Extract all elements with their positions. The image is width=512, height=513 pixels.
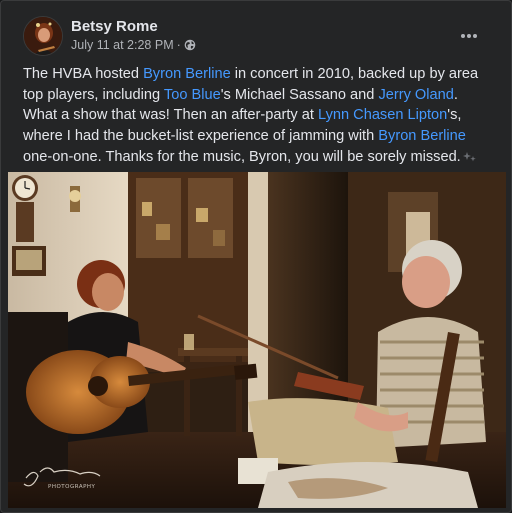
post-timestamp[interactable]: July 11 at 2:28 PM xyxy=(71,38,174,52)
meta-separator: · xyxy=(176,38,181,52)
mention-link[interactable]: Byron Berline xyxy=(378,128,466,144)
avatar[interactable] xyxy=(23,16,63,56)
post-text-segment: The HVBA hosted xyxy=(23,66,144,82)
more-options-button[interactable] xyxy=(455,22,483,50)
more-options-icon xyxy=(461,34,477,38)
mention-link[interactable]: Jerry Oland xyxy=(378,87,453,103)
post-text-segment: one-on-one. Thanks for the music, Byron,… xyxy=(23,148,461,165)
photo-musicians-jamming xyxy=(8,172,506,508)
globe-icon[interactable] xyxy=(184,39,196,51)
post-card: Betsy Rome July 11 at 2:28 PM · The HVBA… xyxy=(0,0,512,513)
avatar-photo xyxy=(24,17,62,55)
mention-link[interactable]: Byron Berline xyxy=(143,66,231,82)
sparkle-emoji-icon xyxy=(462,151,476,162)
post-text: The HVBA hosted Byron Berline in concert… xyxy=(23,64,493,168)
author-name[interactable]: Betsy Rome xyxy=(71,18,158,35)
post-header: Betsy Rome July 11 at 2:28 PM · xyxy=(23,16,497,56)
post-text-segment: 's Michael Sassano and xyxy=(220,86,379,103)
post-meta: July 11 at 2:28 PM · xyxy=(71,38,196,52)
mention-link[interactable]: Lynn Chasen Lipton xyxy=(318,107,447,123)
mention-link[interactable]: Too Blue xyxy=(164,87,221,103)
photo-watermark-text: PHOTOGRAPHY xyxy=(48,484,96,490)
post-photo[interactable]: PHOTOGRAPHY xyxy=(8,172,506,508)
